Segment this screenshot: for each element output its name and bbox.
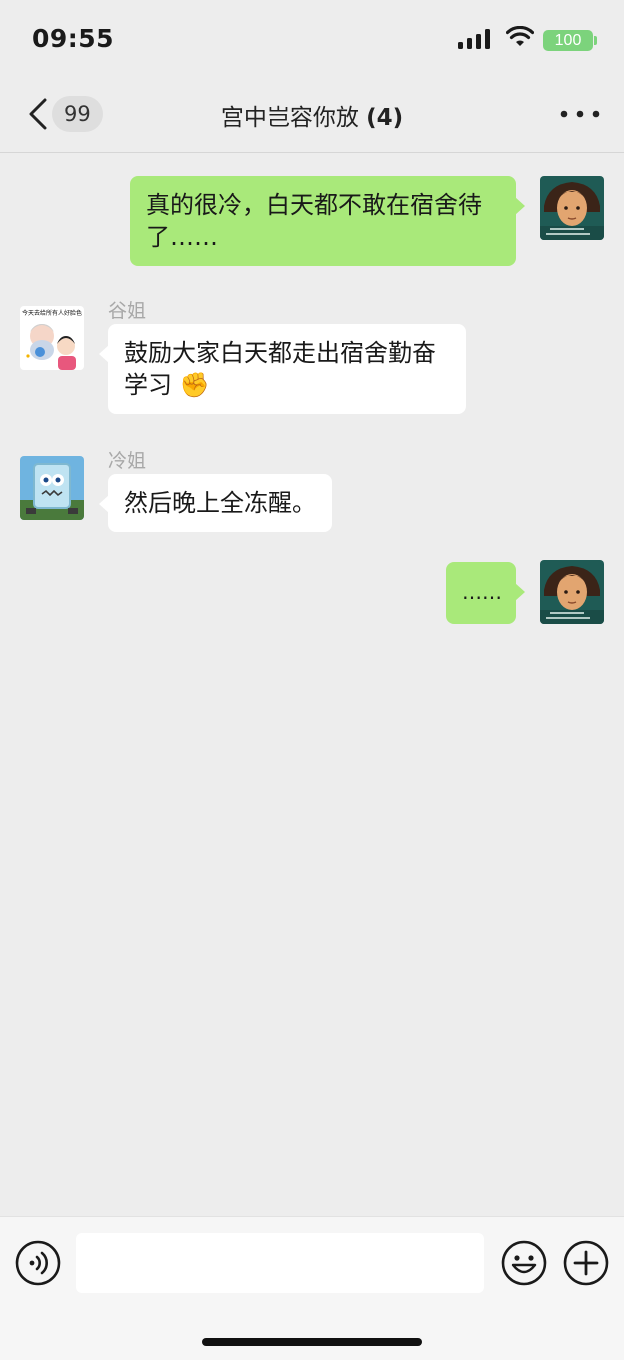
battery-indicator: 100 <box>543 30 593 51</box>
my-avatar[interactable] <box>540 560 604 624</box>
wifi-icon <box>506 26 534 46</box>
chat-title: 宫中岂容你放 (4) <box>0 98 624 132</box>
sender-name: 冷姐 <box>108 450 147 472</box>
message-text: 然后晚上全冻醒。 <box>124 489 316 517</box>
cartoon-girl-avatar: 今天去给所有人好脸色 <box>20 306 84 370</box>
chat-header: 99 宫中岂容你放 (4) <box>0 76 624 153</box>
member-avatar[interactable] <box>20 456 84 520</box>
more-icon[interactable] <box>560 110 600 118</box>
group-name: 宫中岂容你放 <box>220 105 359 131</box>
battery-tip <box>594 36 597 45</box>
status-time: 09:55 <box>32 24 115 53</box>
message-input[interactable] <box>76 1233 484 1293</box>
cellular-signal-icon <box>458 29 490 49</box>
avatar-caption: 今天去给所有人好脸色 <box>22 309 82 317</box>
emoji-icon[interactable] <box>500 1239 548 1287</box>
outgoing-message-bubble[interactable]: …… <box>446 562 525 624</box>
member-count: (4) <box>366 105 404 131</box>
frozen-sponge-avatar <box>20 456 84 520</box>
home-indicator[interactable] <box>202 1338 422 1346</box>
my-avatar[interactable] <box>540 176 604 240</box>
sender-name: 谷姐 <box>108 300 147 322</box>
message-text: 鼓励大家白天都走出宿舍勤奋学习 <box>124 339 436 399</box>
man-hands-behind-head-avatar <box>540 176 604 240</box>
plus-icon[interactable] <box>562 1239 610 1287</box>
raised-fist-emoji: ✊ <box>179 371 210 399</box>
voice-icon[interactable] <box>14 1239 62 1287</box>
message-text: …… <box>462 580 502 604</box>
member-avatar[interactable]: 今天去给所有人好脸色 <box>20 306 84 370</box>
message-text: 真的很冷，白天都不敢在宿舍待了…… <box>146 191 482 251</box>
incoming-message-bubble[interactable]: 鼓励大家白天都走出宿舍勤奋学习 ✊ <box>99 324 466 414</box>
incoming-message-bubble[interactable]: 然后晚上全冻醒。 <box>99 474 332 532</box>
outgoing-message-bubble[interactable]: 真的很冷，白天都不敢在宿舍待了…… <box>130 176 525 266</box>
man-hands-behind-head-avatar <box>540 560 604 624</box>
status-bar: 09:55 100 <box>0 0 624 76</box>
